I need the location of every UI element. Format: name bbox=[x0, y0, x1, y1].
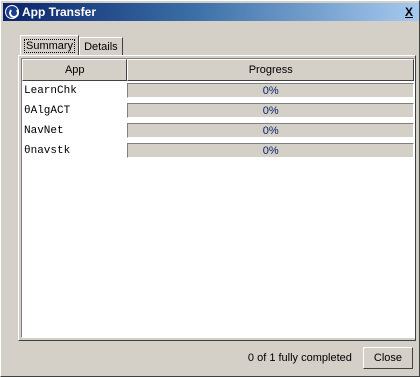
tab-details-label: Details bbox=[84, 40, 118, 53]
progress-label: 0% bbox=[262, 84, 279, 97]
table-row[interactable]: LearnChk 0% bbox=[22, 81, 414, 101]
summary-panel: App Progress LearnChk 0% θAlgACT 0% NavN… bbox=[18, 55, 416, 341]
app-name: LearnChk bbox=[24, 85, 77, 97]
tab-summary[interactable]: Summary bbox=[20, 35, 80, 55]
progress-label: 0% bbox=[262, 104, 279, 117]
table-row[interactable]: NavNet 0% bbox=[22, 121, 414, 141]
title-bar[interactable]: App Transfer X bbox=[3, 3, 419, 21]
app-name: NavNet bbox=[24, 125, 64, 137]
progress-bar: 0% bbox=[127, 143, 414, 158]
close-icon[interactable]: X bbox=[401, 5, 417, 19]
window-title: App Transfer bbox=[22, 5, 97, 19]
close-button[interactable]: Close bbox=[362, 347, 413, 369]
progress-bar: 0% bbox=[127, 103, 414, 118]
transfer-table: App Progress LearnChk 0% θAlgACT 0% NavN… bbox=[21, 58, 415, 338]
completion-status: 0 of 1 fully completed bbox=[247, 352, 352, 364]
progress-bar: 0% bbox=[127, 123, 414, 138]
progress-label: 0% bbox=[262, 144, 279, 157]
calculator-app-icon bbox=[5, 5, 19, 19]
column-header-app[interactable]: App bbox=[22, 59, 128, 81]
progress-bar: 0% bbox=[127, 83, 414, 98]
column-header-progress[interactable]: Progress bbox=[127, 59, 414, 81]
table-row[interactable]: θnavstk 0% bbox=[22, 141, 414, 161]
footer: 0 of 1 fully completed Close bbox=[1, 345, 419, 371]
table-header: App Progress bbox=[22, 59, 414, 81]
tab-details[interactable]: Details bbox=[79, 37, 123, 55]
table-row[interactable]: θAlgACT 0% bbox=[22, 101, 414, 121]
app-name: θnavstk bbox=[24, 145, 71, 157]
app-name: θAlgACT bbox=[24, 105, 71, 117]
tab-summary-label: Summary bbox=[23, 38, 76, 53]
tab-strip: Summary Details bbox=[20, 35, 123, 55]
progress-label: 0% bbox=[262, 124, 279, 137]
app-transfer-window: App Transfer X Summary Details App Progr… bbox=[0, 0, 420, 377]
